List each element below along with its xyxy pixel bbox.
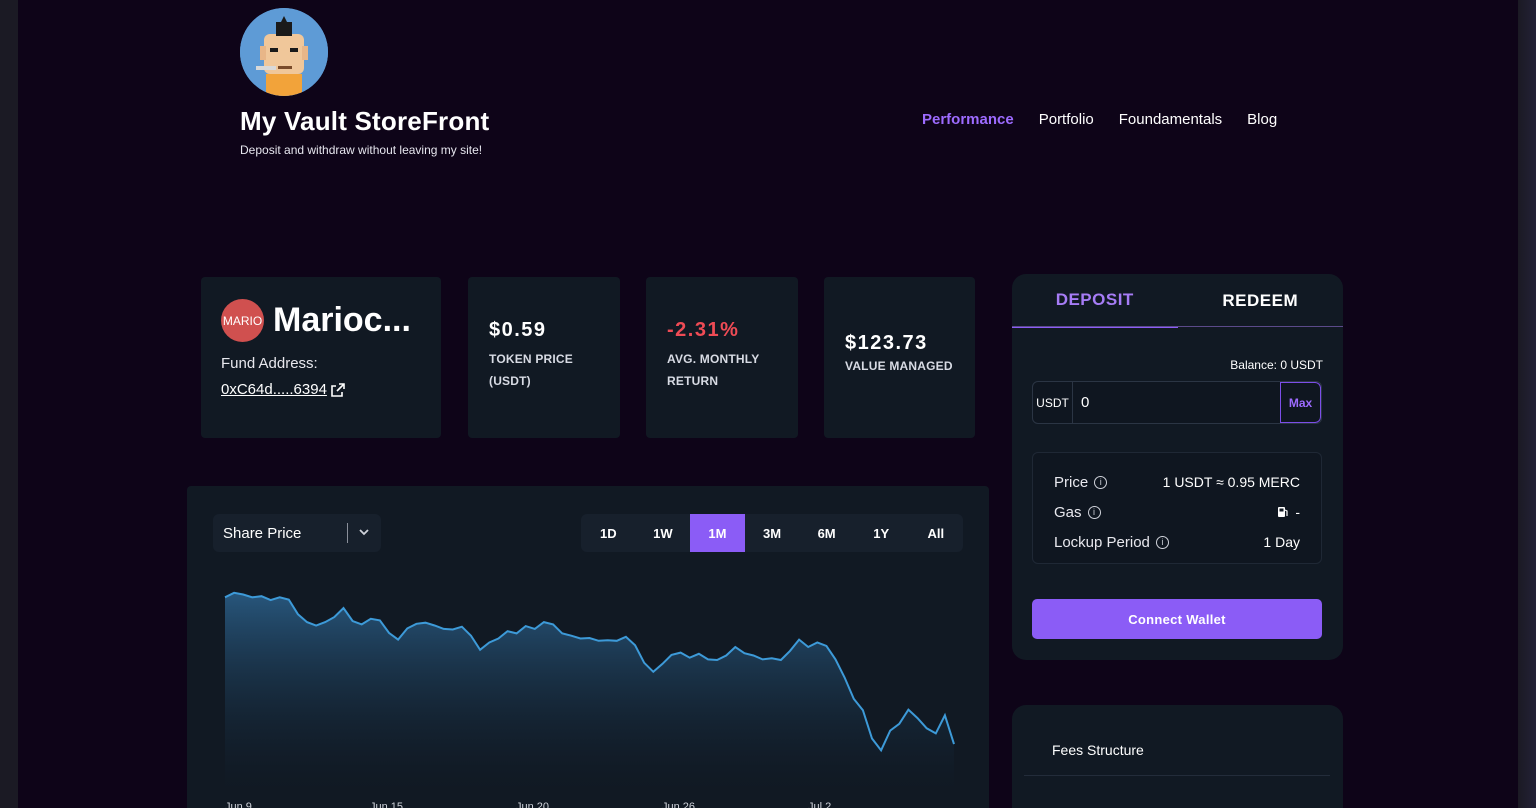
avg-monthly-card: -2.31% AVG. MONTHLY RETURN <box>646 277 798 438</box>
nav-portfolio[interactable]: Portfolio <box>1039 111 1094 128</box>
lockup-value: 1 Day <box>1263 534 1300 550</box>
main-nav: Performance Portfolio Foundamentals Blog <box>922 111 1277 128</box>
nav-foundamentals[interactable]: Foundamentals <box>1119 111 1222 128</box>
fees-title: Fees Structure <box>1052 742 1144 758</box>
info-icon[interactable]: i <box>1087 505 1101 519</box>
amount-input[interactable] <box>1073 382 1280 423</box>
tab-divider <box>1012 326 1343 327</box>
window-edge <box>1518 0 1536 808</box>
price-value: 1 USDT ≈ 0.95 MERC <box>1162 474 1300 490</box>
avg-monthly-label: AVG. MONTHLY RETURN <box>667 348 798 392</box>
value-managed-card: $123.73 VALUE MANAGED <box>824 277 975 438</box>
fund-address-link[interactable]: 0xC64d.....6394 <box>221 381 345 398</box>
amount-field: USDT Max <box>1032 381 1322 424</box>
gas-label: Gas <box>1054 503 1082 521</box>
fund-logo: MARIO <box>221 299 264 342</box>
max-button[interactable]: Max <box>1280 382 1321 423</box>
connect-wallet-button[interactable]: Connect Wallet <box>1032 599 1322 639</box>
x-tick-label: Jun 9 <box>225 801 252 808</box>
site-title: My Vault StoreFront <box>240 106 490 136</box>
token-price-label-line1: TOKEN PRICE <box>489 352 573 366</box>
x-tick-label: Jun 26 <box>662 801 695 808</box>
fees-card: Fees Structure <box>1012 705 1343 808</box>
deposit-info: Price i 1 USDT ≈ 0.95 MERC Gas i - Lockup … <box>1032 452 1322 564</box>
info-icon[interactable]: i <box>1094 475 1108 489</box>
value-managed-label: VALUE MANAGED <box>845 359 953 373</box>
token-price-card: $0.59 TOKEN PRICE (USDT) <box>468 277 620 438</box>
x-tick-label: Jul 2 <box>808 801 831 808</box>
nav-blog[interactable]: Blog <box>1247 111 1277 128</box>
site-subtitle: Deposit and withdraw without leaving my … <box>240 143 483 157</box>
gas-value: - <box>1295 504 1300 520</box>
fund-address: 0xC64d.....6394 <box>221 381 327 398</box>
tab-deposit[interactable]: DEPOSIT <box>1012 274 1178 328</box>
deposit-panel: DEPOSIT REDEEM Balance: 0 USDT USDT Max … <box>1012 274 1343 660</box>
lockup-row: Lockup Period i 1 Day <box>1054 527 1300 557</box>
share-price-chart[interactable]: Jun 9 Jun 15 Jun 20 Jun 26 Jul 2 <box>187 486 989 808</box>
fund-card: MARIO Marioc... Fund Address: 0xC64d....… <box>201 277 441 438</box>
chart-card: Share Price 1D 1W 1M 3M 6M 1Y All Jun 9 … <box>187 486 989 808</box>
external-link-icon <box>331 382 345 397</box>
info-icon[interactable]: i <box>1155 535 1169 549</box>
avg-monthly-label-line1: AVG. MONTHLY <box>667 352 760 366</box>
panel-tabs: DEPOSIT REDEEM <box>1012 274 1343 328</box>
x-axis-ticks: Jun 9 Jun 15 Jun 20 Jun 26 Jul 2 <box>225 801 831 808</box>
fund-address-label: Fund Address: <box>221 355 318 372</box>
nav-performance[interactable]: Performance <box>922 111 1014 128</box>
tab-redeem[interactable]: REDEEM <box>1178 274 1344 328</box>
amount-unit: USDT <box>1033 382 1073 423</box>
site-avatar <box>240 8 328 96</box>
avg-monthly-label-line2: RETURN <box>667 374 719 388</box>
token-price-value: $0.59 <box>489 319 547 341</box>
app-frame: My Vault StoreFront Deposit and withdraw… <box>18 0 1518 808</box>
fees-divider <box>1024 775 1330 776</box>
balance-text: Balance: 0 USDT <box>1230 358 1323 372</box>
price-label: Price <box>1054 473 1089 491</box>
value-managed-value: $123.73 <box>845 332 928 354</box>
price-row: Price i 1 USDT ≈ 0.95 MERC <box>1054 467 1300 497</box>
fund-name: Marioc... <box>273 301 411 339</box>
lockup-label: Lockup Period <box>1054 533 1150 551</box>
gas-pump-icon <box>1278 507 1288 517</box>
x-tick-label: Jun 20 <box>516 801 549 808</box>
gas-row: Gas i - <box>1054 497 1300 527</box>
x-tick-label: Jun 15 <box>370 801 403 808</box>
token-price-label: TOKEN PRICE (USDT) <box>489 348 620 392</box>
token-price-label-line2: (USDT) <box>489 374 531 388</box>
chart-area-fill <box>225 592 954 786</box>
avg-monthly-value: -2.31% <box>667 319 740 341</box>
